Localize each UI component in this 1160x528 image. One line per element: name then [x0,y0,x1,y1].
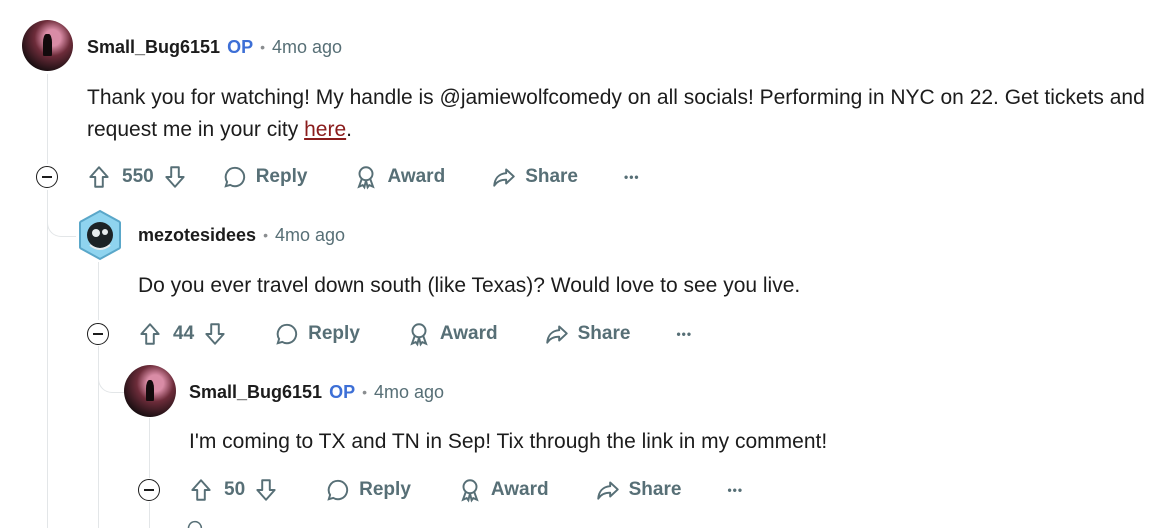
arrow-down-icon[interactable] [253,477,279,503]
speech-bubble-icon [224,166,245,188]
arrow-up-icon[interactable] [86,164,112,190]
avatar[interactable] [22,20,73,71]
thread-connector-2 [47,196,78,237]
thread-line-level-1-lower [47,190,48,528]
reply-button[interactable]: Reply [325,477,411,503]
comment-timestamp[interactable]: 4mo ago [275,225,345,246]
share-arrow-icon [493,168,515,187]
avatar[interactable] [76,209,124,261]
award-label: Award [387,166,446,187]
comment-meta: mezotesidees • 4mo ago [138,222,345,248]
vote-count: 550 [122,166,154,187]
thread-line-level-3 [149,418,150,478]
speech-bubble-icon [276,323,298,345]
arrow-down-icon[interactable] [202,321,228,347]
comment-meta: Small_Bug6151 OP • 4mo ago [87,34,342,60]
author-name[interactable]: mezotesidees [138,225,256,246]
vote-count: 50 [224,479,246,500]
comment-action-bar: 550 Reply Award Share ••• [86,159,640,195]
meta-separator: • [263,227,268,243]
comment-body: Do you ever travel down south (like Texa… [138,274,801,297]
award-button[interactable]: Award [353,164,445,190]
arrow-up-icon[interactable] [188,477,214,503]
speech-bubble-icon [327,479,349,501]
thread-line-level-2 [98,262,99,320]
comment-text-end: . [346,118,352,141]
reply-label: Reply [359,479,411,500]
author-name[interactable]: Small_Bug6151 [189,382,322,403]
thread-connector-3 [98,352,125,393]
op-badge: OP [227,36,254,57]
thread-line-level-3-lower [149,502,150,528]
arrow-down-icon[interactable] [162,164,188,190]
comment-body: I'm coming to TX and TN in Sep! Tix thro… [189,430,828,453]
comment-text: Thank you for watching! My handle is @ja… [87,86,1145,141]
meta-separator: • [260,39,265,55]
reply-button[interactable]: Reply [222,164,308,190]
comment-timestamp[interactable]: 4mo ago [374,382,444,403]
speech-bubble-icon [186,519,204,528]
arrow-up-icon[interactable] [137,321,163,347]
share-label: Share [577,323,631,344]
comment-body: Thank you for watching! My handle is @ja… [87,82,1147,146]
collapse-icon[interactable] [138,479,160,501]
more-options-icon[interactable]: ••• [727,483,743,497]
comment-meta: Small_Bug6151 OP • 4mo ago [189,379,444,405]
share-button[interactable]: Share [491,164,578,190]
vote-count: 44 [173,323,195,344]
share-arrow-icon [596,481,619,500]
reply-button[interactable]: Reply [274,321,360,347]
share-label: Share [628,479,682,500]
award-label: Award [439,323,498,344]
comment-action-bar: 50 Reply Award Share ••• [188,472,743,508]
award-ribbon-icon [410,323,428,347]
award-ribbon-icon [357,166,376,190]
collapse-icon[interactable] [87,323,109,345]
award-button[interactable]: Award [457,477,549,503]
comment-timestamp[interactable]: 4mo ago [272,37,342,58]
award-label: Award [490,479,549,500]
comment-action-bar: 44 Reply Award Share ••• [137,316,692,352]
more-options-icon[interactable]: ••• [624,170,640,184]
share-arrow-icon [545,325,568,344]
award-button[interactable]: Award [406,321,498,347]
share-button[interactable]: Share [544,321,631,347]
reply-label: Reply [308,323,360,344]
reply-label: Reply [255,166,308,187]
author-name[interactable]: Small_Bug6151 [87,37,220,58]
thread-line-level-1 [47,74,48,164]
collapse-icon[interactable] [36,166,58,188]
more-options-icon[interactable]: ••• [676,327,692,341]
avatar[interactable] [124,365,176,417]
award-ribbon-icon [461,479,479,503]
op-badge: OP [329,381,356,402]
share-label: Share [525,166,578,187]
meta-separator: • [362,384,367,400]
tickets-link[interactable]: here [304,118,346,141]
share-button[interactable]: Share [595,477,682,503]
